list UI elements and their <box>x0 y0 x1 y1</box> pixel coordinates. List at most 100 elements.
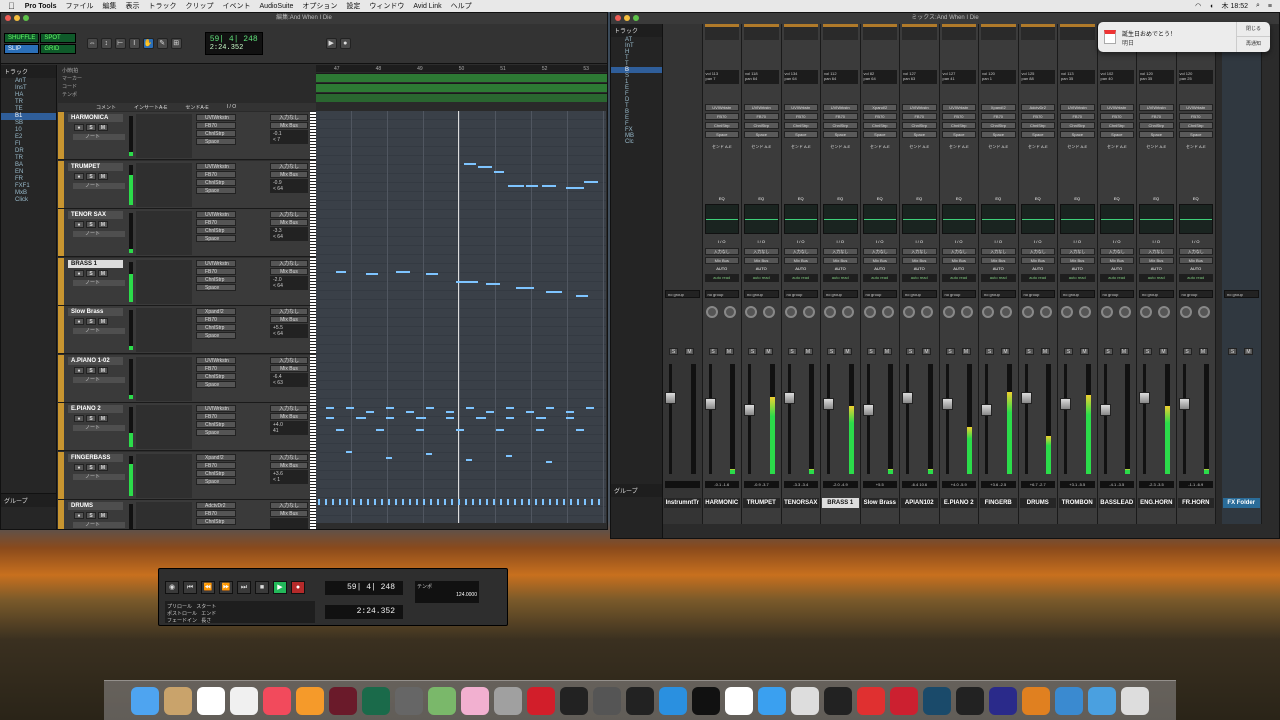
transport-sub-counter[interactable]: 2:24.352 <box>325 605 403 619</box>
record-enable-button[interactable]: ● <box>74 124 84 131</box>
pan-right-knob[interactable] <box>842 306 854 318</box>
midi-note[interactable] <box>526 185 538 187</box>
comment-field[interactable] <box>136 405 192 449</box>
output-selector[interactable]: Mix Bus <box>270 267 308 275</box>
comment-field[interactable] <box>136 114 192 158</box>
volume-fader[interactable] <box>823 364 834 474</box>
record-icon[interactable]: ● <box>291 581 305 594</box>
midi-vol-pan[interactable]: vol 127 pan 41 <box>941 70 976 84</box>
track-list-item[interactable]: EN <box>1 169 56 176</box>
insert-slot[interactable]: ChnlStrp <box>1099 122 1134 129</box>
mute-button[interactable]: M <box>961 348 971 355</box>
volume-fader[interactable] <box>665 364 676 474</box>
pre-post-roll[interactable]: プリロール スタート ポストロール エンド フェードイン 長さ <box>165 601 315 624</box>
trash-icon[interactable] <box>1121 686 1149 715</box>
track-row[interactable]: Slow Brass ● S M ノート Xpand!2 FB70 ChnlStrp Sp… <box>58 306 316 354</box>
ew-icon[interactable] <box>857 686 885 715</box>
group-selector[interactable]: no group <box>941 290 976 298</box>
track-list-item[interactable]: MxB <box>1 190 56 197</box>
solo-button[interactable]: S <box>86 463 96 471</box>
mute-button[interactable]: M <box>1119 348 1129 355</box>
drum-hit[interactable] <box>500 499 502 505</box>
track-name[interactable]: TRUMPET <box>68 162 123 171</box>
insert-slot[interactable]: FB70 <box>196 267 236 275</box>
edit-window-titlebar[interactable]: 編集:And When I Die <box>1 13 607 24</box>
chord-ruler[interactable] <box>316 83 607 92</box>
insert-slot[interactable]: UVIWrkstn <box>1060 104 1095 111</box>
fader-cap[interactable] <box>941 398 953 410</box>
drum-hit[interactable] <box>486 499 488 505</box>
midi-edit-area[interactable] <box>316 111 606 523</box>
zoom-vertical-icon[interactable]: ↕ <box>100 38 112 49</box>
insert-slot[interactable]: ChnlStrp <box>1020 122 1055 129</box>
menu-item-view[interactable]: 表示 <box>126 1 140 11</box>
volume-readout[interactable]: +5.5 < 64 <box>270 324 308 338</box>
midi-note[interactable] <box>486 411 494 413</box>
mute-button[interactable]: M <box>803 348 813 355</box>
fader-cap[interactable] <box>665 392 676 404</box>
mix-track-list-item[interactable]: Clc <box>611 139 662 145</box>
automation-mode-selector[interactable]: auto read <box>783 274 818 282</box>
volume-fader[interactable] <box>941 364 953 474</box>
comment-field[interactable] <box>136 453 192 498</box>
insert-slot[interactable]: Space <box>196 186 236 194</box>
insert-slot[interactable]: FB70 <box>196 316 236 323</box>
bars-ruler[interactable]: 47 48 49 50 51 52 53 <box>316 65 607 72</box>
pan-right-knob[interactable] <box>763 306 775 318</box>
mute-button[interactable]: M <box>98 415 108 422</box>
fader-cap[interactable] <box>1020 392 1032 404</box>
instrument-header[interactable] <box>783 24 818 40</box>
automation-mode-selector[interactable]: auto read <box>862 274 897 282</box>
clock[interactable]: 木 18:52 <box>1222 1 1248 11</box>
insert-slot[interactable]: ChnlStrp <box>744 122 779 129</box>
output-selector[interactable]: Mix Bus <box>981 257 1016 264</box>
pan-left-knob[interactable] <box>982 306 994 318</box>
mute-button[interactable]: M <box>1001 348 1010 355</box>
wifi-icon[interactable]: ◠ <box>1195 2 1201 10</box>
volume-fader[interactable] <box>704 364 716 474</box>
midi-note[interactable] <box>566 417 574 419</box>
midi-note[interactable] <box>336 429 344 431</box>
solo-button[interactable]: S <box>86 221 96 228</box>
output-selector[interactable]: Mix Bus <box>1139 257 1174 264</box>
volume-fader[interactable] <box>1020 364 1032 474</box>
mute-button[interactable]: M <box>98 463 108 471</box>
drum-hit[interactable] <box>535 499 537 505</box>
output-selector[interactable]: Mix Bus <box>270 219 308 226</box>
insert-slot[interactable]: Space <box>196 138 236 145</box>
avid-icon[interactable] <box>989 686 1017 715</box>
strip-name[interactable]: APIAN102 <box>901 498 938 508</box>
tools-icon[interactable] <box>494 686 522 715</box>
output-selector[interactable]: Mix Bus <box>823 257 858 264</box>
track-list-item[interactable]: BA <box>1 162 56 169</box>
midi-note[interactable] <box>456 429 464 431</box>
insert-slot[interactable]: ChnlStrp <box>196 275 236 283</box>
output-selector[interactable]: Mix Bus <box>270 413 308 420</box>
fader-cap[interactable] <box>1139 392 1150 404</box>
strip-name[interactable]: BASSLEAD <box>1098 498 1135 508</box>
track-list-item[interactable]: B1 <box>1 113 56 120</box>
strip-name[interactable]: ENG.HORN <box>1138 498 1175 508</box>
input-selector[interactable]: 入力なし <box>941 248 976 255</box>
midi-note[interactable] <box>406 411 414 413</box>
pan-left-knob[interactable] <box>1140 306 1152 318</box>
comment-field[interactable] <box>136 259 192 304</box>
midi-note[interactable] <box>386 457 392 459</box>
grabber-icon[interactable]: ✋ <box>142 38 154 49</box>
drum-hit[interactable] <box>353 499 355 505</box>
midi-note[interactable] <box>586 407 594 409</box>
menu-item-clip[interactable]: クリップ <box>186 1 214 11</box>
eq-curve-display[interactable] <box>981 204 1016 234</box>
volume-readout[interactable]: -0.9 < 64 <box>270 178 308 193</box>
playhead-cursor[interactable] <box>458 111 459 523</box>
volume-readout[interactable]: +3.6 < 1 <box>270 469 308 484</box>
automation-mode-selector[interactable]: auto read <box>1020 274 1055 282</box>
eq-curve-display[interactable] <box>1020 204 1055 234</box>
input-selector[interactable]: 入力なし <box>270 211 308 218</box>
drum-hit[interactable] <box>528 499 530 505</box>
midi-note[interactable] <box>426 273 438 275</box>
record-enable-button[interactable]: ● <box>74 318 84 325</box>
notification[interactable]: 誕生日おめでとう！ 明日 閉じる 再通知 <box>1098 22 1270 52</box>
insert-slot[interactable]: UVIWrkstn <box>902 104 937 111</box>
mute-button[interactable]: M <box>1159 348 1168 355</box>
